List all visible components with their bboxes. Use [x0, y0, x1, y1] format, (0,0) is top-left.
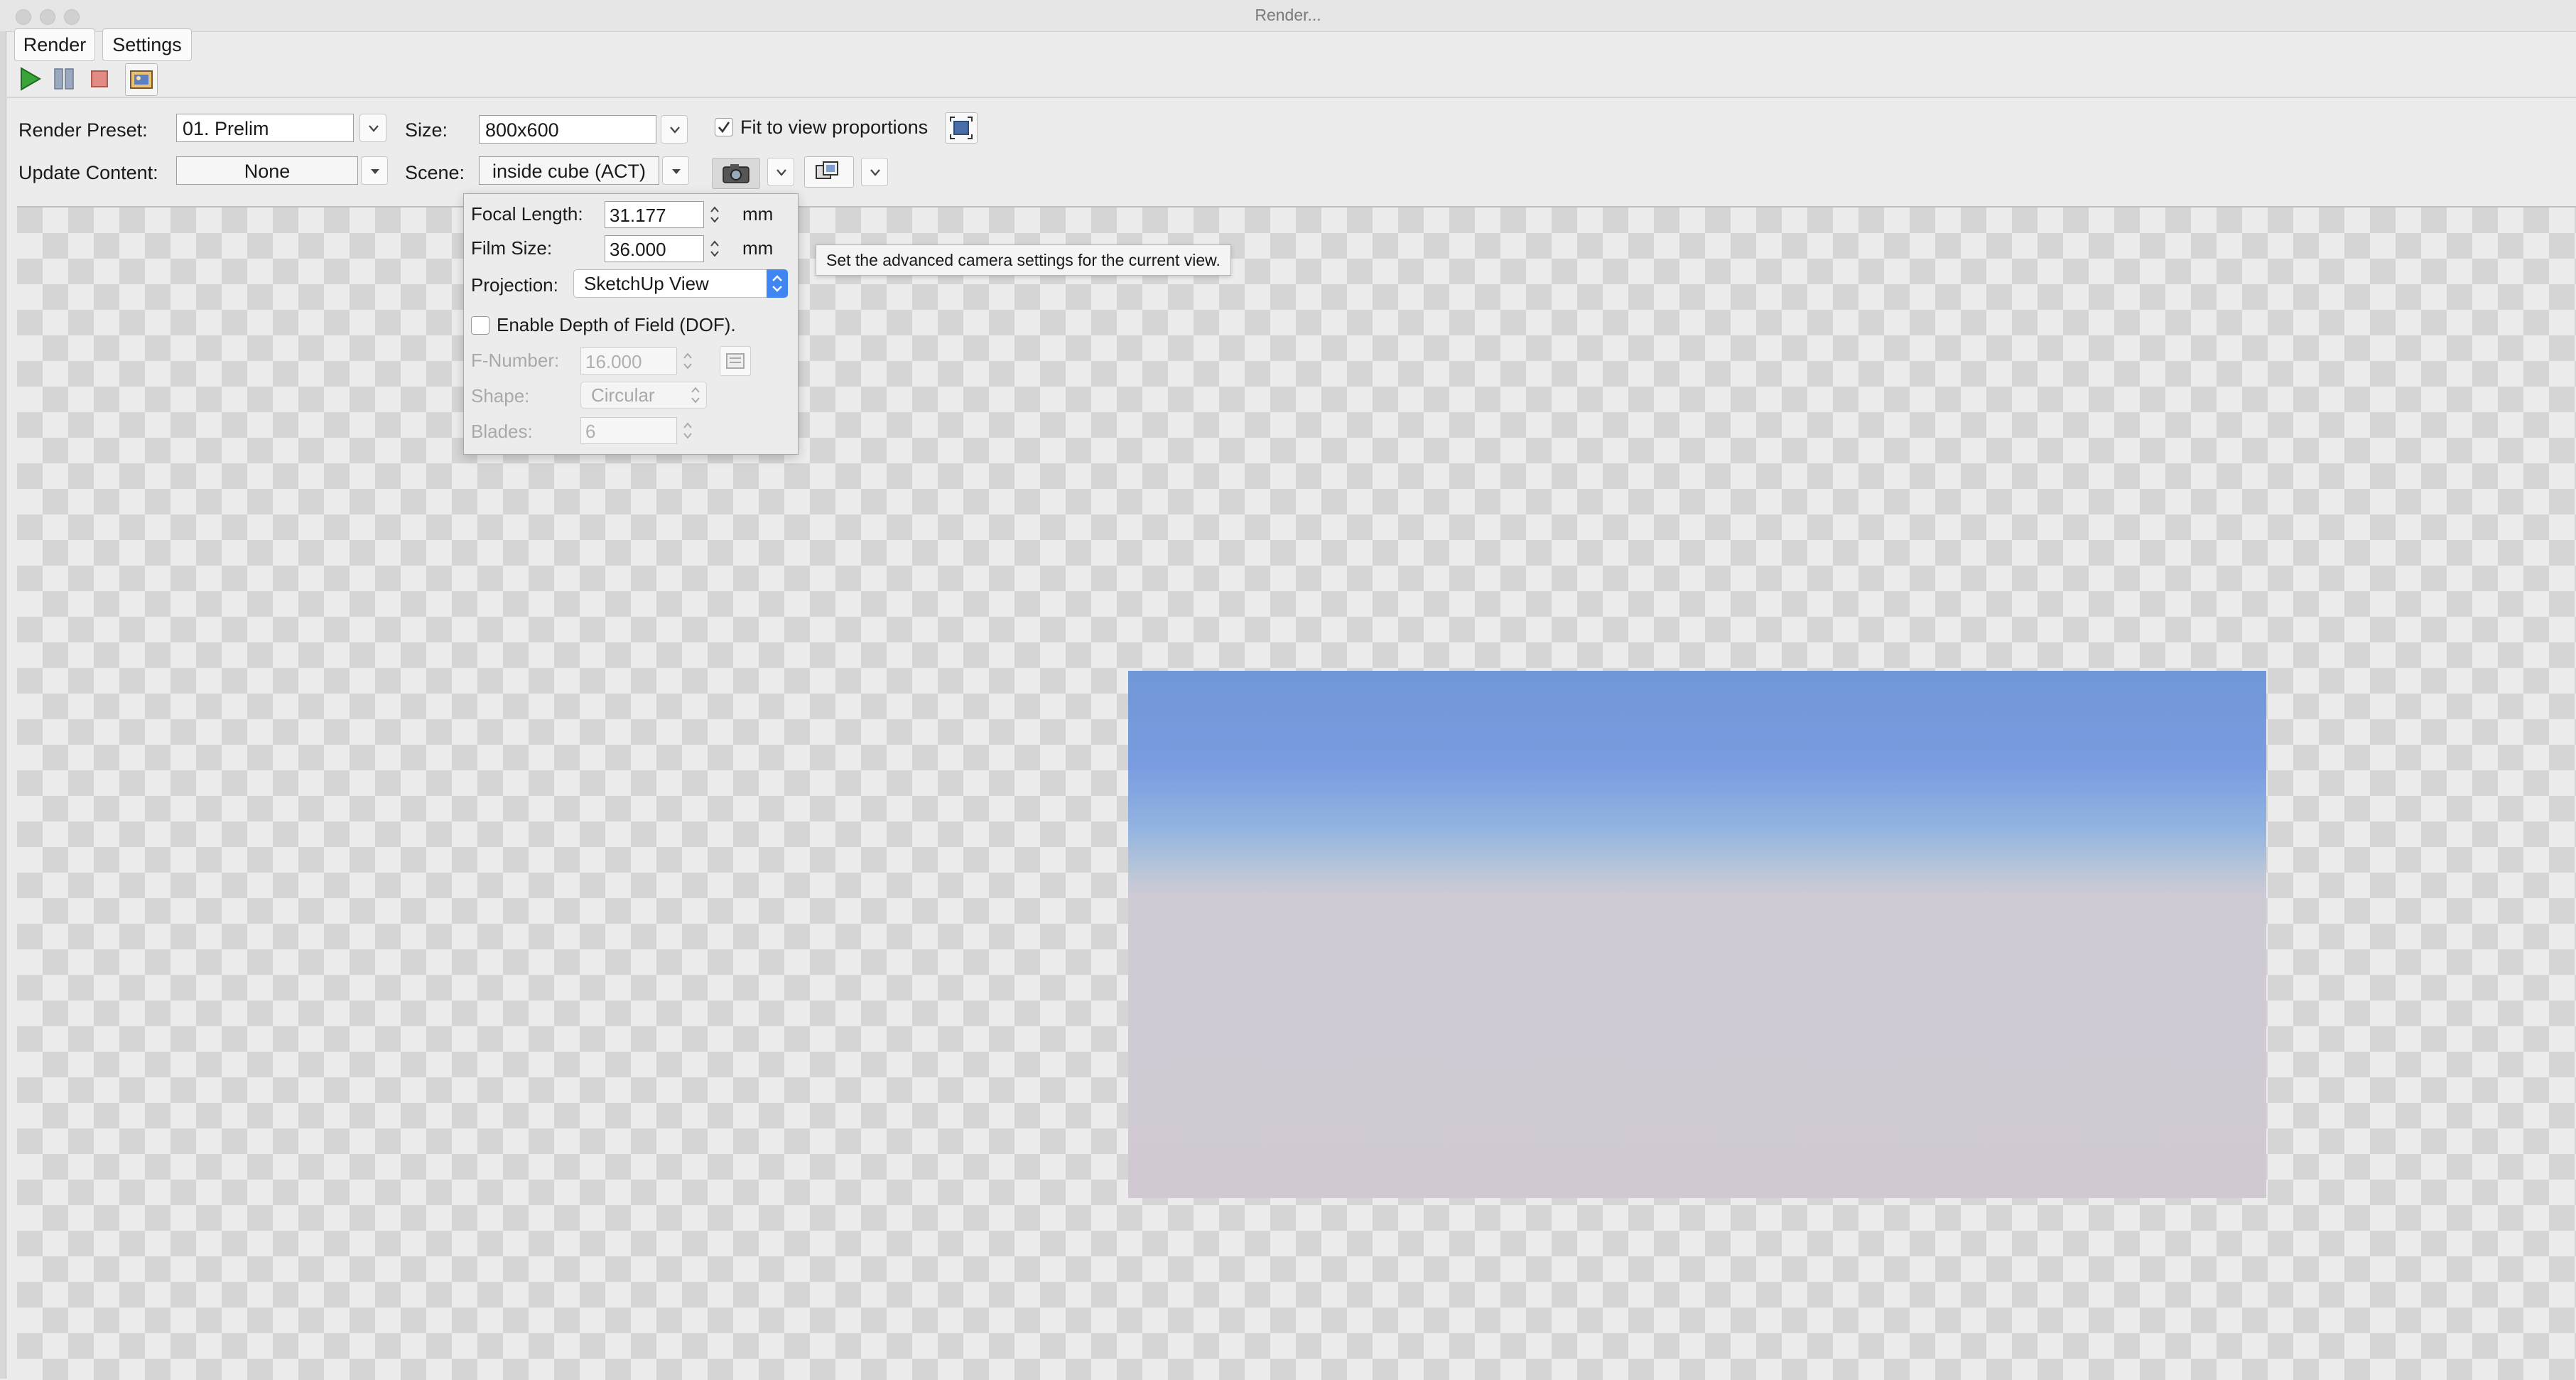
scene-field[interactable]: inside cube (ACT)	[479, 156, 659, 185]
chevron-down-icon	[670, 126, 680, 134]
pause-render-button[interactable]	[48, 63, 80, 95]
dof-label: Enable Depth of Field (DOF).	[497, 314, 736, 335]
film-unit-label: mm	[742, 237, 774, 259]
fnumber-picker-button[interactable]	[720, 346, 751, 376]
blades-label: Blades:	[471, 421, 533, 442]
stop-icon	[91, 70, 108, 87]
scene-dropdown[interactable]	[662, 156, 689, 185]
dof-checkbox[interactable]	[471, 316, 489, 335]
stepper-arrows-icon	[710, 240, 719, 257]
shape-value: Circular	[591, 384, 655, 406]
camera-settings-popup: Focal Length: 31.177 mm Film Size: 36.00…	[463, 193, 799, 455]
blades-input[interactable]: 6	[580, 417, 677, 444]
scene-label: Scene:	[405, 162, 465, 183]
update-content-dropdown[interactable]	[361, 156, 388, 185]
checkmark-icon	[718, 122, 730, 134]
fit-frame-icon	[950, 117, 973, 139]
stepper-arrows-icon	[710, 206, 719, 223]
projection-value: SketchUp View	[584, 273, 709, 294]
focal-length-stepper[interactable]	[707, 201, 723, 228]
select-arrows-icon	[767, 269, 788, 298]
stop-render-button[interactable]	[84, 63, 115, 95]
render-preset-field[interactable]: 01. Prelim	[176, 114, 354, 142]
toolbar-separator	[6, 97, 2576, 98]
fnumber-stepper[interactable]	[680, 347, 696, 374]
chevron-down-icon	[870, 169, 880, 176]
update-content-label: Update Content:	[18, 162, 158, 183]
size-field[interactable]: 800x600	[479, 115, 656, 144]
focal-length-input[interactable]: 31.177	[605, 201, 704, 228]
focal-unit-label: mm	[742, 203, 774, 225]
camera-icon	[723, 164, 749, 183]
fit-to-view-label: Fit to view proportions	[740, 117, 929, 138]
region-render-button[interactable]	[804, 156, 854, 188]
focal-length-label: Focal Length:	[471, 203, 583, 225]
render-preset-dropdown[interactable]	[359, 114, 386, 142]
update-content-field[interactable]: None	[176, 156, 358, 185]
window-title: Render...	[1255, 6, 1321, 24]
camera-dropdown[interactable]	[767, 158, 794, 186]
chevron-down-icon	[776, 169, 786, 176]
settings-menu-button[interactable]: Settings	[102, 28, 192, 61]
play-icon	[21, 67, 42, 91]
fit-to-view-checkbox[interactable]	[715, 118, 733, 136]
pause-icon	[54, 68, 74, 90]
camera-tooltip: Set the advanced camera settings for the…	[816, 244, 1231, 276]
render-preset-label: Render Preset:	[18, 119, 148, 141]
render-menu-button[interactable]: Render	[14, 28, 95, 61]
render-frame-button[interactable]	[125, 63, 158, 96]
stepper-arrows-icon	[683, 352, 692, 370]
caret-down-icon	[672, 169, 681, 174]
shape-label: Shape:	[471, 385, 530, 406]
chevron-down-icon	[369, 125, 379, 132]
render-frame-icon	[130, 70, 153, 89]
region-render-dropdown[interactable]	[861, 158, 888, 186]
size-dropdown[interactable]	[661, 115, 688, 144]
title-bar: Render...	[0, 0, 2576, 32]
caret-down-icon	[371, 169, 379, 174]
camera-settings-button[interactable]	[712, 158, 760, 189]
select-arrows-icon	[691, 387, 700, 404]
region-frames-icon	[816, 161, 838, 179]
projection-label: Projection:	[471, 274, 558, 296]
start-render-button[interactable]	[14, 63, 45, 95]
fnumber-label: F-Number:	[471, 350, 560, 371]
blades-stepper[interactable]	[680, 417, 696, 444]
film-size-input[interactable]: 36.000	[605, 235, 704, 262]
rendered-image	[1128, 671, 2266, 1198]
film-size-stepper[interactable]	[707, 235, 723, 262]
shape-select[interactable]: Circular	[580, 382, 707, 409]
picker-icon	[726, 353, 745, 369]
film-size-label: Film Size:	[471, 237, 553, 259]
stepper-arrows-icon	[683, 422, 692, 439]
size-label: Size:	[405, 119, 448, 141]
left-edge-strip	[0, 31, 6, 1379]
projection-select[interactable]: SketchUp View	[573, 269, 788, 298]
fit-view-button[interactable]	[945, 112, 978, 144]
fnumber-input[interactable]: 16.000	[580, 347, 677, 374]
